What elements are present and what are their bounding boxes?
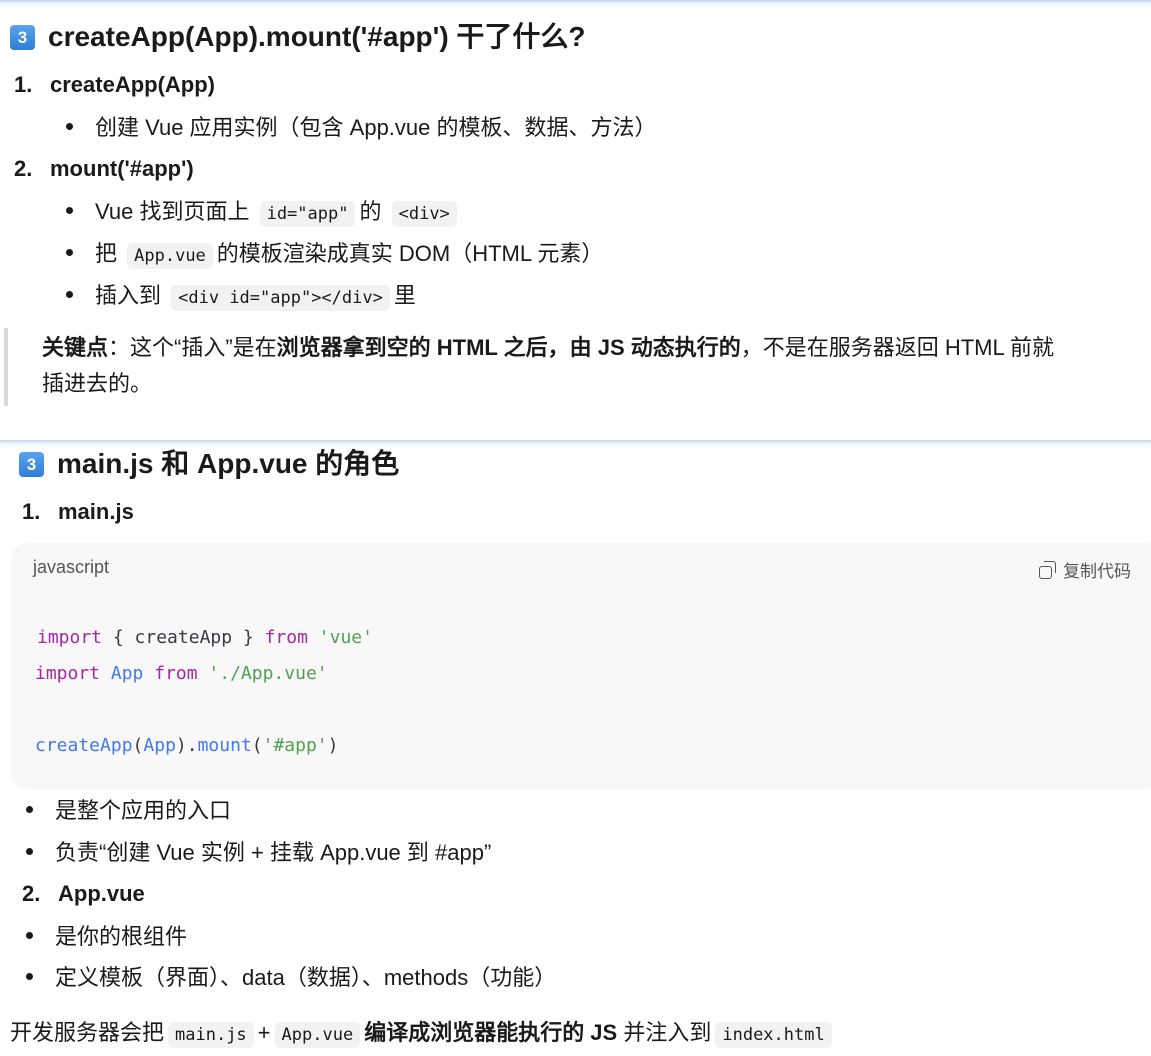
code-line: createApp(App).mount('#app') (35, 735, 339, 756)
bullet-item: 把 App.vue 的模板渲染成真实 DOM（HTML 元素） (66, 239, 603, 271)
bullet-dot (66, 291, 73, 298)
code-function: mount (197, 735, 252, 756)
paragraph-text: 并注入到 (623, 1020, 712, 1045)
code-language-label: javascript (33, 557, 110, 577)
bullet-item: 创建 Vue 应用实例（包含 App.vue 的模板、数据、方法） (66, 113, 657, 143)
bullet-dot (26, 848, 33, 855)
bullet-dot (26, 973, 33, 980)
section-heading: 3 createApp(App).mount('#app') 干了什么? (10, 19, 586, 55)
bullet-text: 的 (359, 199, 382, 224)
inline-code: App.vue (274, 1022, 361, 1048)
code-keyword: from (143, 663, 198, 684)
bullet-text: Vue 找到页面上 (95, 199, 250, 224)
code-keyword: import (35, 663, 101, 684)
bullet-dot (26, 932, 33, 939)
code-string: '#app' (262, 735, 328, 756)
bullet-text: 插入到 (95, 283, 162, 308)
code-block: javascript 复制代码 import { createApp } fro… (11, 543, 1151, 789)
code-keyword: import (37, 627, 103, 648)
code-keyword: from (264, 627, 308, 648)
list-item-title: mount('#app') (50, 156, 194, 181)
code-plain: ( (132, 735, 144, 756)
code-identifier: App (100, 663, 144, 684)
bullet-text: 是你的根组件 (55, 924, 188, 949)
list-item-main-js: 1. main.js (22, 497, 134, 527)
footer-paragraph: 开发服务器会把 main.js + App.vue 编译成浏览器能执行的 JS 并注入到… (10, 1018, 836, 1050)
code-string: 'vue' (307, 627, 373, 648)
keycap-three-icon: 3 (19, 452, 44, 477)
inline-code: main.js (168, 1022, 254, 1048)
bullet-text: 把 (95, 241, 118, 266)
bullet-item: 定义模板（界面）、data（数据）、methods（功能） (26, 963, 556, 993)
bullet-dot (66, 207, 73, 214)
inline-code: <div> (391, 201, 457, 227)
bullet-text: 是整个应用的入口 (55, 798, 232, 823)
inline-code: index.html (715, 1022, 832, 1048)
heading-text: main.js 和 App.vue 的角色 (57, 448, 400, 479)
keycap-three-icon: 3 (10, 25, 35, 50)
copy-label: 复制代码 (1063, 562, 1131, 581)
code-plain: ( (251, 735, 263, 756)
list-item-mount: 2. mount('#app') (14, 154, 194, 184)
copy-code-button[interactable]: 复制代码 (1039, 557, 1131, 582)
list-number: 2. (22, 881, 41, 906)
code-plain: ) (327, 735, 339, 756)
list-item-title: createApp(App) (50, 72, 216, 97)
code-line: import App from './App.vue' (35, 663, 328, 684)
copy-icon (1039, 560, 1057, 579)
inline-code: id="app" (259, 201, 356, 227)
bullet-item: 是整个应用的入口 (26, 796, 231, 826)
bullet-text: 里 (393, 283, 416, 308)
quote-line: 关键点：这个“插入”是在浏览器拿到空的 HTML 之后，由 JS 动态执行的，不… (42, 330, 1054, 365)
quote-bold: 浏览器拿到空的 HTML 之后，由 JS 动态执行的 (276, 335, 741, 360)
code-function: createApp (35, 735, 133, 756)
bullet-text: 负责“创建 Vue 实例 + 挂载 App.vue 到 #app” (55, 840, 492, 865)
code-plain: { createApp } (102, 627, 265, 648)
list-item-create-app: 1. createApp(App) (14, 70, 215, 100)
quote-text: ：这个“插入”是在 (108, 335, 277, 360)
bullet-text: 的模板渲染成真实 DOM（HTML 元素） (216, 241, 604, 266)
section-heading: 3 main.js 和 App.vue 的角色 (19, 446, 399, 482)
quote-text: ，不是在服务器返回 HTML 前就 (740, 335, 1055, 360)
bullet-dot (26, 806, 33, 813)
bullet-dot (66, 249, 73, 256)
bullet-text: 创建 Vue 应用实例（包含 App.vue 的模板、数据、方法） (95, 115, 657, 140)
paragraph-bold: 编译成浏览器能执行的 JS (364, 1020, 618, 1045)
code-plain: ). (175, 735, 198, 756)
code-string: './App.vue' (197, 663, 328, 684)
list-number: 1. (22, 499, 41, 524)
bullet-item: Vue 找到页面上 id="app" 的 <div> (66, 197, 461, 229)
paragraph-text: + (257, 1020, 271, 1045)
list-item-app-vue: 2. App.vue (22, 879, 145, 909)
quote-line: 插进去的。 (42, 371, 153, 396)
bullet-item: 是你的根组件 (26, 922, 187, 952)
bullet-item: 插入到 <div id="app"></div> 里 (66, 281, 416, 313)
code-line: import { createApp } from 'vue' (37, 627, 373, 648)
bullet-dot (66, 123, 73, 130)
bullet-item: 负责“创建 Vue 实例 + 挂载 App.vue 到 #app” (26, 838, 491, 868)
list-item-title: main.js (58, 499, 134, 524)
list-item-title: App.vue (58, 881, 145, 906)
heading-text: createApp(App).mount('#app') 干了什么? (48, 21, 586, 52)
list-number: 2. (14, 156, 33, 181)
list-number: 1. (14, 72, 33, 97)
section-create-app: 3 createApp(App).mount('#app') 干了什么? 1. cr… (0, 0, 1151, 444)
code-identifier: App (143, 735, 176, 756)
bullet-text: 定义模板（界面）、data（数据）、methods（功能） (55, 965, 557, 990)
key-point-blockquote: 关键点：这个“插入”是在浏览器拿到空的 HTML 之后，由 JS 动态执行的，不… (4, 328, 1151, 406)
inline-code: <div id="app"></div> (171, 285, 390, 311)
paragraph-text: 开发服务器会把 (10, 1020, 165, 1045)
inline-code: App.vue (127, 243, 213, 269)
quote-bold: 关键点 (42, 335, 109, 360)
